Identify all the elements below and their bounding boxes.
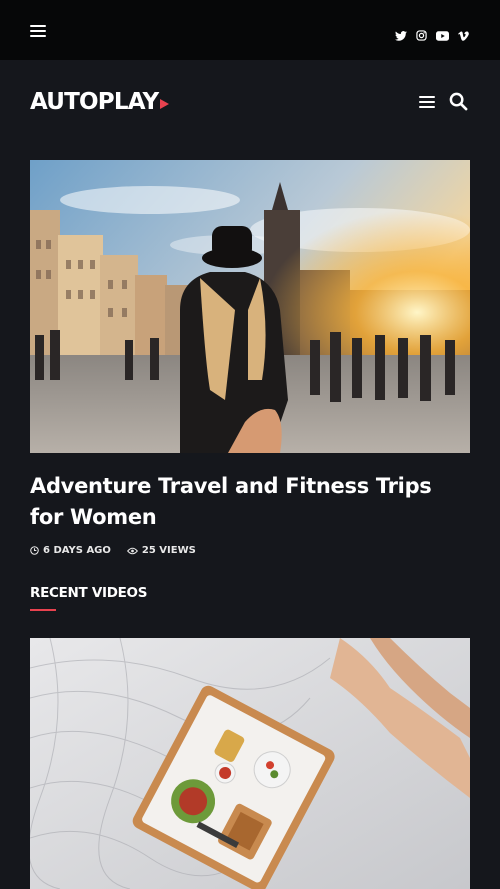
play-triangle-icon <box>160 99 170 109</box>
post-views-text: 25 VIEWS <box>141 545 196 556</box>
post-views: 25 VIEWS <box>126 545 196 556</box>
twitter-icon[interactable] <box>394 29 407 42</box>
featured-image[interactable] <box>30 160 470 453</box>
logo-text: AUTOPLAY <box>30 89 159 115</box>
post-date-text: 6 DAYS AGO <box>43 545 111 556</box>
social-links <box>394 29 470 42</box>
clock-icon <box>30 546 39 555</box>
vimeo-icon[interactable] <box>457 29 470 42</box>
post-date: 6 DAYS AGO <box>30 545 111 556</box>
search-icon[interactable] <box>449 92 468 111</box>
site-logo[interactable]: AUTOPLAY <box>30 89 170 115</box>
top-menu-icon[interactable] <box>30 25 46 38</box>
top-bar <box>0 0 500 60</box>
youtube-icon[interactable] <box>436 29 449 42</box>
section-heading: RECENT VIDEOS <box>30 585 148 601</box>
eye-icon <box>126 547 138 554</box>
recent-video-thumbnail[interactable] <box>30 638 470 889</box>
instagram-icon[interactable] <box>415 29 428 42</box>
post-meta: 6 DAYS AGO 25 VIEWS <box>30 545 196 556</box>
section-underline <box>30 609 56 611</box>
header-menu-icon[interactable] <box>419 96 435 109</box>
post-title[interactable]: Adventure Travel and Fitness Trips for W… <box>30 471 470 533</box>
